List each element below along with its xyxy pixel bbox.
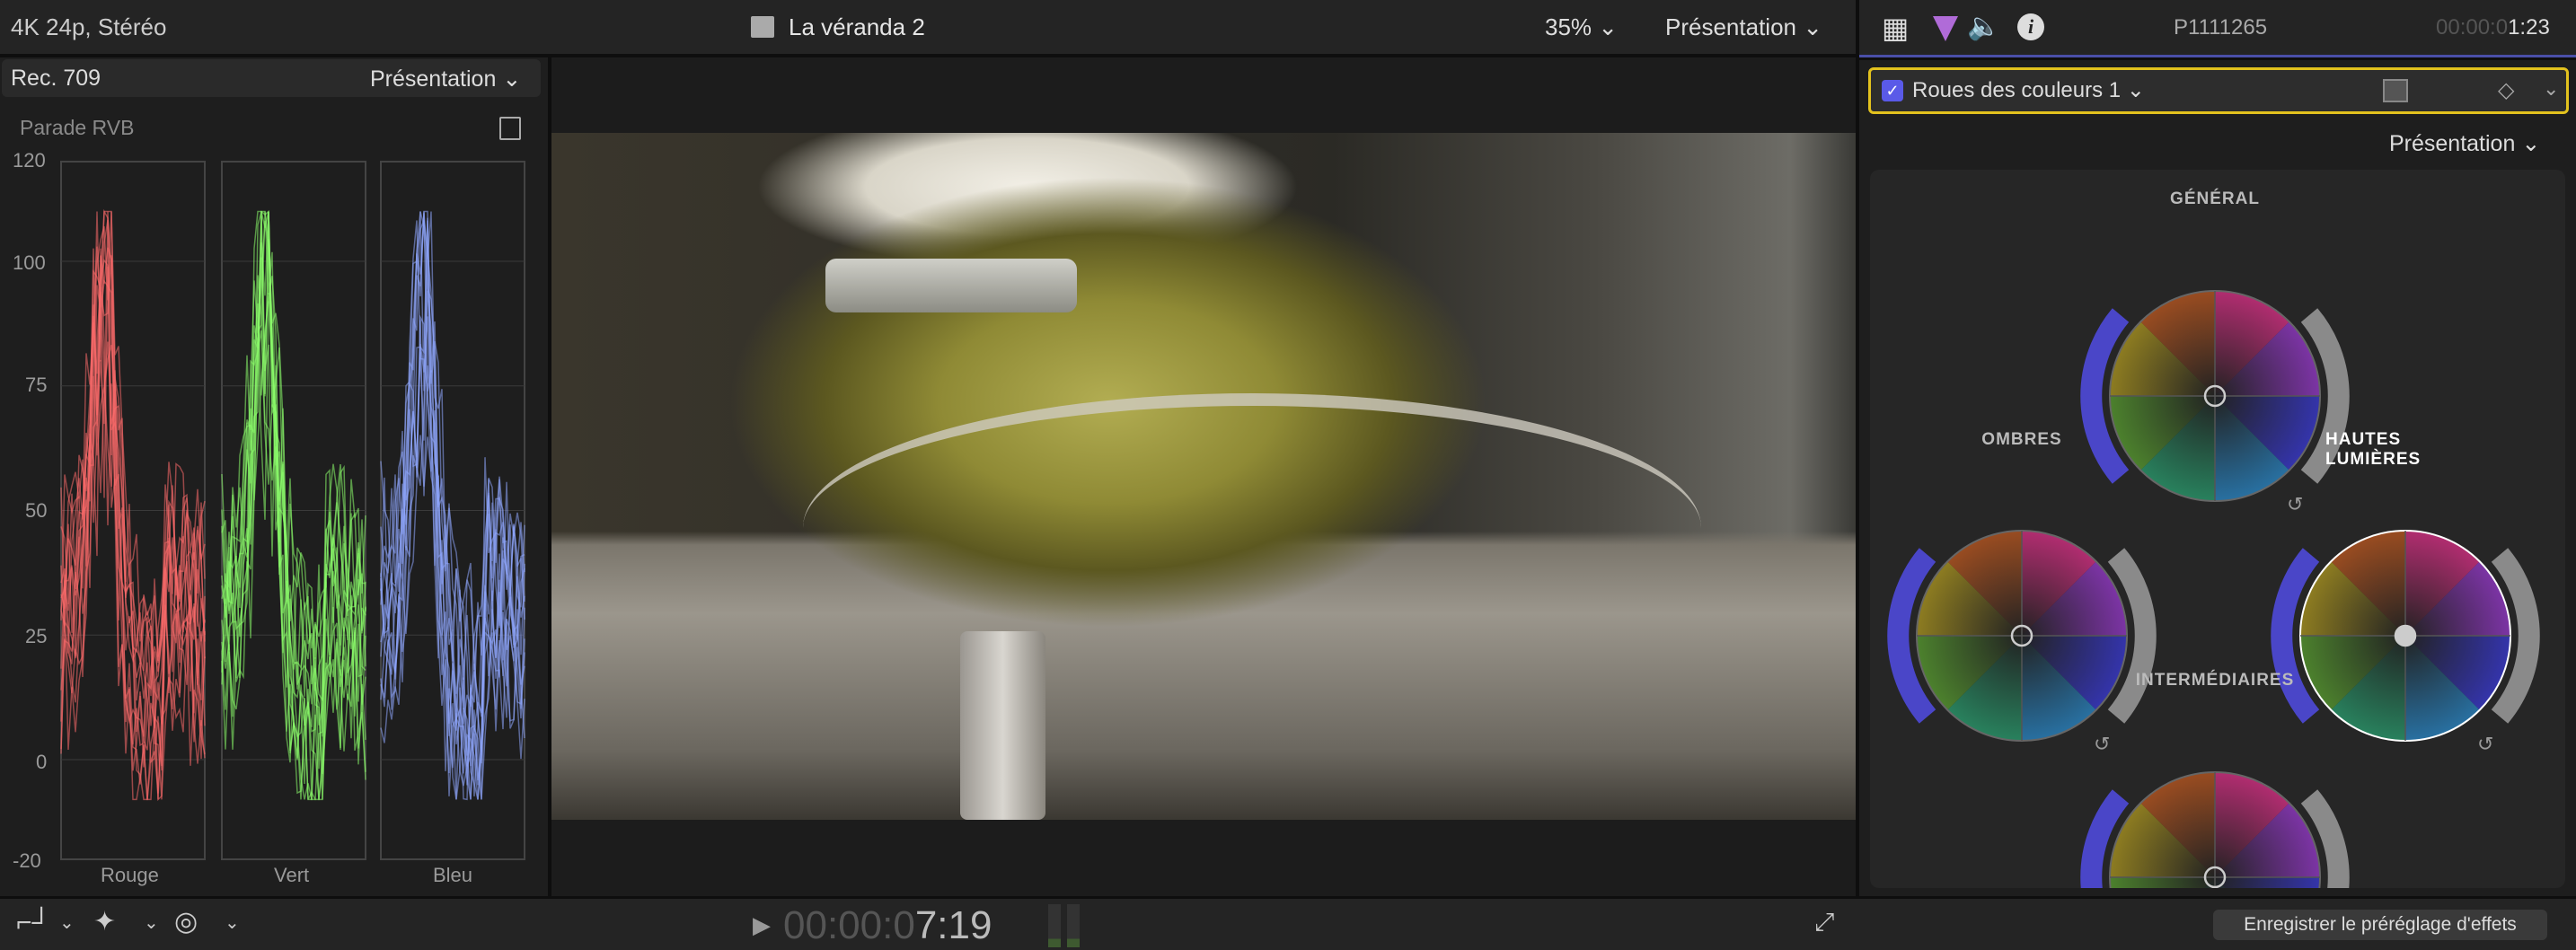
- reset-icon[interactable]: ↺: [2477, 734, 2493, 756]
- effect-collapse-icon[interactable]: ⌄: [2543, 77, 2559, 101]
- fullscreen-icon[interactable]: ⤢: [1814, 908, 1834, 937]
- color-inspector-icon[interactable]: [1933, 16, 1958, 41]
- clapper-icon: [751, 16, 774, 38]
- bowl-handle: [960, 631, 1045, 820]
- viewer-toolbar: 4K 24p, Stéréo La véranda 2 35% ⌄ Présen…: [0, 0, 1856, 54]
- effect-row[interactable]: ✓ Roues des couleurs 1 ⌄ ◇ ⌄: [1868, 67, 2569, 114]
- video-inspector-icon[interactable]: ▦: [1882, 11, 1909, 45]
- audio-meter-left: [1048, 904, 1061, 947]
- keyframe-icon[interactable]: ◇: [2498, 77, 2514, 103]
- bowl-rim: [803, 393, 1701, 820]
- channel-label-blue: Bleu: [433, 864, 473, 886]
- axis-label: 75: [25, 374, 48, 396]
- enhance-wand-icon[interactable]: ✦: [93, 906, 116, 937]
- reset-icon[interactable]: ↺: [2094, 734, 2110, 756]
- clip-name: P1111265: [2174, 15, 2268, 40]
- duration-dim: 00:00:0: [2436, 15, 2509, 40]
- retime-icon[interactable]: ◎: [174, 906, 198, 937]
- viewer[interactable]: [551, 57, 1856, 896]
- wheel-label-highlights: HAUTES LUMIÈRES: [2325, 430, 2422, 469]
- view-label: Présentation: [1665, 13, 1796, 40]
- playhead-timecode: 00:00:07:19: [783, 903, 992, 948]
- format-label: 4K 24p, Stéréo: [11, 13, 167, 40]
- color-wheel-shadows: ↺: [1887, 530, 2157, 756]
- wheel-label-shadows: OMBRES: [1981, 430, 2062, 449]
- axis-label: 120: [13, 149, 46, 172]
- color-wheel-global: ↺: [2080, 290, 2350, 516]
- retime-menu-chevron[interactable]: ⌄: [225, 911, 240, 934]
- wheels-canvas[interactable]: ↺ ↺ ↺: [1870, 170, 2565, 888]
- transform-menu-chevron[interactable]: ⌄: [59, 911, 75, 934]
- axis-label: -20: [13, 849, 41, 872]
- mixer-head: [825, 259, 1077, 312]
- wheel-label-midtones: INTERMÉDIAIRES: [2135, 671, 2295, 690]
- clip-duration: 00:00:01:23: [2436, 15, 2550, 40]
- enhance-menu-chevron[interactable]: ⌄: [144, 911, 159, 934]
- rgb-parade: [60, 161, 525, 860]
- axis-label: 50: [25, 499, 48, 522]
- effect-name-menu[interactable]: Roues des couleurs 1 ⌄: [1912, 77, 2145, 103]
- duration-bright: 1:23: [2508, 15, 2550, 40]
- color-inspector: ✓ Roues des couleurs 1 ⌄ ◇ ⌄ Présentatio…: [1859, 60, 2576, 896]
- save-preset-button[interactable]: Enregistrer le préréglage d'effets: [2213, 910, 2547, 940]
- effect-name: Roues des couleurs 1: [1912, 78, 2122, 102]
- video-frame[interactable]: [551, 133, 1856, 820]
- inspector-header: ▦ 🔈 i P1111265 00:00:01:23: [1859, 0, 2576, 57]
- audio-meter-right: [1067, 904, 1080, 947]
- zoom-menu[interactable]: 35% ⌄: [1545, 13, 1618, 41]
- video-scopes-panel: Rec. 709 Présentation ⌄ Parade RVB 120 1…: [0, 57, 548, 896]
- inspector-view-menu[interactable]: Présentation ⌄: [2389, 130, 2540, 157]
- effect-enable-checkbox[interactable]: ✓: [1882, 80, 1903, 101]
- timecode-dim: 00:00:0: [783, 903, 915, 947]
- channel-label-green: Vert: [274, 864, 310, 886]
- timecode-bright: 7:19: [914, 903, 992, 947]
- view-menu[interactable]: Présentation ⌄: [1665, 13, 1822, 41]
- reset-icon[interactable]: ↺: [2287, 494, 2303, 516]
- zoom-value: 35%: [1545, 13, 1592, 40]
- inspector-view-label: Présentation: [2389, 131, 2516, 156]
- axis-label: 0: [36, 751, 48, 773]
- info-inspector-icon[interactable]: i: [2017, 13, 2044, 40]
- axis-label: 100: [13, 251, 46, 274]
- waveform-trace: [380, 220, 525, 787]
- axis-label: 25: [25, 625, 48, 647]
- project-title: La véranda 2: [789, 13, 925, 40]
- play-button[interactable]: ▶: [753, 911, 771, 939]
- mask-icon[interactable]: [2383, 79, 2408, 102]
- color-wheel-highlights: ↺: [2271, 530, 2540, 756]
- wheel-puck-highlights[interactable]: [2394, 624, 2417, 647]
- color-wheels-panel: ↺ ↺ ↺ GÉNÉRAL OMBRES HAUTES LUMIÈRES INTER…: [1870, 170, 2565, 888]
- bottom-toolbar: ⌐┘ ⌄ ✦ ⌄ ◎ ⌄ ▶ 00:00:07:19 ⤢ Enregistrer…: [0, 899, 2576, 950]
- audio-inspector-icon[interactable]: 🔈: [1967, 11, 2000, 42]
- color-wheel-midtones: [2080, 771, 2350, 888]
- wheel-label-global: GÉNÉRAL: [2170, 189, 2260, 208]
- transform-tool-icon[interactable]: ⌐┘: [16, 908, 51, 938]
- channel-label-red: Rouge: [101, 864, 159, 886]
